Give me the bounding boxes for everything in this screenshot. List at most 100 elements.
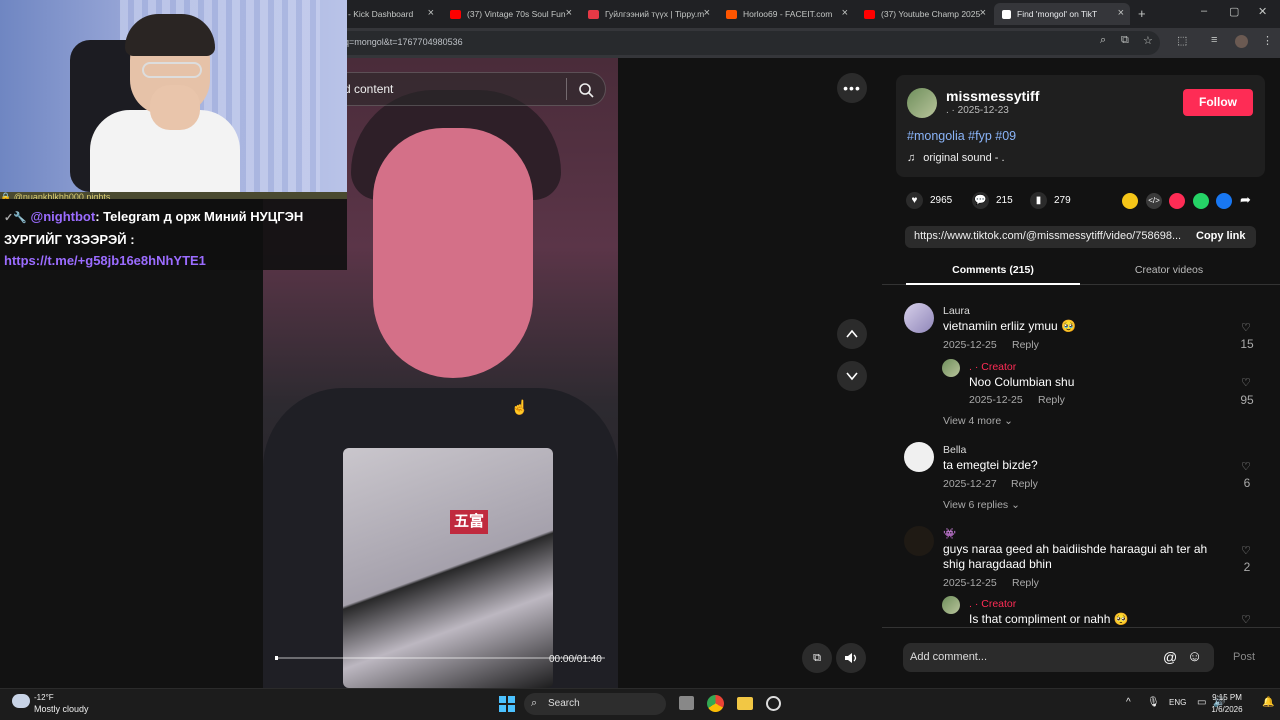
emoji-icon[interactable]: ☺ bbox=[1187, 648, 1202, 665]
close-tab-icon[interactable]: × bbox=[704, 7, 710, 19]
task-view-icon[interactable] bbox=[679, 696, 694, 710]
more-options-button[interactable]: ••• bbox=[837, 73, 867, 103]
follow-button[interactable]: Follow bbox=[1183, 89, 1253, 116]
comment-like-icon[interactable]: ♡ bbox=[1241, 460, 1251, 473]
file-explorer-icon[interactable] bbox=[737, 697, 753, 710]
comment-like-icon[interactable]: ♡ bbox=[1241, 321, 1251, 334]
tab-youtube-soul[interactable]: (37) Vintage 70s Soul Fun × bbox=[442, 3, 578, 25]
active-tab-indicator bbox=[906, 283, 1080, 285]
search-input[interactable]: d content bbox=[344, 82, 393, 96]
comment-avatar[interactable] bbox=[904, 442, 934, 472]
ellipsis-icon: ••• bbox=[843, 80, 861, 96]
zoom-icon[interactable]: ⌕ bbox=[1100, 34, 1106, 47]
tray-language[interactable]: ENG bbox=[1169, 698, 1186, 707]
video-progress-fill[interactable] bbox=[275, 656, 278, 660]
reply-date: 2025-12-25 bbox=[969, 394, 1023, 406]
tab-faceit[interactable]: Horloo69 - FACEIT.com × bbox=[718, 3, 854, 25]
facebook-icon[interactable] bbox=[1216, 193, 1232, 209]
reply-author-creator[interactable]: . · Creator bbox=[969, 361, 1016, 373]
close-tab-icon[interactable]: × bbox=[842, 7, 848, 19]
post-button[interactable]: Post bbox=[1233, 651, 1255, 663]
cast-icon[interactable]: ⧉ bbox=[1121, 34, 1129, 47]
comment-author[interactable]: 👾 bbox=[943, 527, 956, 540]
comment-avatar[interactable] bbox=[904, 303, 934, 333]
extensions-icon[interactable]: ⬚ bbox=[1177, 34, 1187, 47]
embed-icon[interactable]: </> bbox=[1146, 193, 1162, 209]
close-tab-icon[interactable]: × bbox=[1118, 7, 1124, 19]
comment-avatar[interactable] bbox=[904, 526, 934, 556]
windows-start-icon[interactable] bbox=[499, 696, 515, 712]
bookmark-icon: ▮ bbox=[1030, 192, 1047, 209]
chrome-icon[interactable] bbox=[707, 695, 724, 712]
reply-author-creator[interactable]: . · Creator bbox=[969, 598, 1016, 610]
close-window-icon[interactable]: ✕ bbox=[1258, 5, 1267, 18]
search-divider bbox=[566, 78, 567, 100]
menu-kebab-icon[interactable]: ⋮ bbox=[1262, 34, 1273, 47]
obs-icon[interactable] bbox=[766, 696, 781, 711]
mention-icon[interactable]: @ bbox=[1163, 649, 1177, 665]
tab-tiktok-active[interactable]: Find 'mongol' on TikT × bbox=[994, 3, 1130, 25]
new-tab-icon[interactable]: + bbox=[1138, 6, 1146, 21]
close-tab-icon[interactable]: × bbox=[980, 7, 986, 19]
weather-temp[interactable]: -12°F bbox=[34, 693, 54, 702]
previous-video-button[interactable] bbox=[837, 319, 867, 349]
like-stat[interactable]: ♥ 2965 bbox=[906, 192, 952, 209]
view-more-replies[interactable]: View 4 more ⌄ bbox=[943, 415, 1013, 427]
send-icon[interactable] bbox=[1169, 193, 1185, 209]
taskbar-search[interactable] bbox=[524, 693, 666, 715]
reply-avatar[interactable] bbox=[942, 359, 960, 377]
tab-youtube-champ[interactable]: (37) Youtube Champ 2025 × bbox=[856, 3, 992, 25]
video-face bbox=[373, 128, 533, 378]
chat-previous-line: 🔒 @nuankhlkhh000 nights bbox=[0, 192, 347, 199]
reply-button[interactable]: Reply bbox=[1011, 478, 1038, 490]
comment-stat[interactable]: 💬 215 bbox=[972, 192, 1013, 209]
copy-link-button[interactable]: Copy link bbox=[1196, 230, 1246, 242]
reply-button[interactable]: Reply bbox=[1012, 339, 1039, 351]
weather-desc[interactable]: Mostly cloudy bbox=[34, 704, 89, 714]
comment-author[interactable]: Bella bbox=[943, 444, 966, 456]
tray-date[interactable]: 1/6/2026 bbox=[1207, 705, 1247, 714]
profile-avatar[interactable] bbox=[1235, 35, 1248, 48]
author-avatar[interactable] bbox=[907, 88, 937, 118]
volume-button[interactable] bbox=[836, 643, 866, 673]
reply-button[interactable]: Reply bbox=[1038, 394, 1065, 406]
view-more-replies[interactable]: View 6 replies ⌄ bbox=[943, 499, 1020, 511]
microphone-icon[interactable]: 🎙 bbox=[1147, 697, 1160, 708]
tab-kick-dashboard[interactable]: - Kick Dashboard × bbox=[340, 3, 440, 25]
next-video-button[interactable] bbox=[837, 361, 867, 391]
save-stat[interactable]: ▮ 279 bbox=[1030, 192, 1071, 209]
tray-chevron-up-icon[interactable]: ^ bbox=[1126, 697, 1131, 708]
reading-list-icon[interactable]: ≡ bbox=[1211, 34, 1217, 46]
network-icon[interactable]: ▭ bbox=[1197, 697, 1206, 708]
whatsapp-icon[interactable] bbox=[1193, 193, 1209, 209]
post-hashtags[interactable]: #mongolia #fyp #09 bbox=[907, 129, 1016, 143]
pip-icon: ⧉ bbox=[813, 651, 821, 664]
comment-author[interactable]: Laura bbox=[943, 305, 970, 317]
close-tab-icon[interactable]: × bbox=[566, 7, 572, 19]
comment-like-icon[interactable]: ♡ bbox=[1241, 376, 1251, 389]
url-field[interactable]: q=mongol&t=1767704980536 bbox=[300, 31, 1160, 55]
notification-bell-icon[interactable]: 🔔 bbox=[1262, 697, 1274, 708]
share-friends-icon[interactable] bbox=[1122, 193, 1138, 209]
reply-button[interactable]: Reply bbox=[1012, 577, 1039, 589]
author-username[interactable]: missmessytiff bbox=[946, 88, 1039, 104]
tab-comments[interactable]: Comments (215) bbox=[906, 264, 1080, 276]
maximize-icon[interactable]: ▢ bbox=[1229, 5, 1239, 18]
post-sound[interactable]: ♫ original sound - . bbox=[907, 152, 1005, 164]
comment-like-icon[interactable]: ♡ bbox=[1241, 544, 1251, 557]
tab-creator-videos[interactable]: Creator videos bbox=[1082, 264, 1256, 276]
search-icon[interactable] bbox=[578, 82, 594, 98]
share-arrow-icon[interactable]: ➦ bbox=[1240, 192, 1251, 208]
tray-time[interactable]: 9:15 PM bbox=[1207, 693, 1247, 702]
bookmark-star-icon[interactable]: ☆ bbox=[1143, 34, 1153, 47]
reply-avatar[interactable] bbox=[942, 596, 960, 614]
video-link[interactable]: https://www.tiktok.com/@missmessytiff/vi… bbox=[914, 230, 1181, 242]
close-tab-icon[interactable]: × bbox=[428, 7, 434, 19]
comment-like-icon[interactable]: ♡ bbox=[1241, 613, 1251, 626]
weather-cloud-icon[interactable] bbox=[12, 694, 30, 708]
minimize-icon[interactable]: – bbox=[1201, 5, 1207, 17]
tab-tippy[interactable]: Гуйлгээний түүх | Tippy.m × bbox=[580, 3, 716, 25]
video-shirt-print bbox=[343, 448, 553, 688]
floating-player-button[interactable]: ⧉ bbox=[802, 643, 832, 673]
chat-link[interactable]: https://t.me/+g58jb16e8hNhYTE1 bbox=[4, 253, 206, 268]
